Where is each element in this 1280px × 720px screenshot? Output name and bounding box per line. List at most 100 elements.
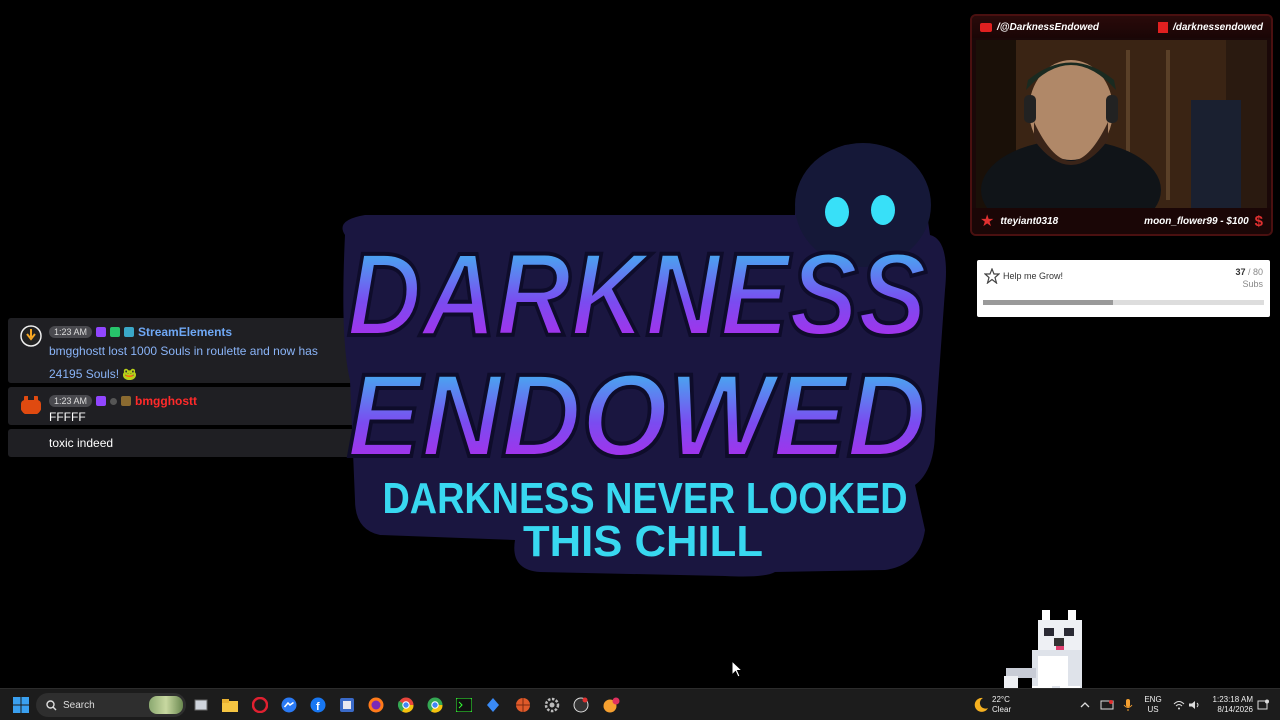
mouse-cursor-icon [731, 660, 743, 678]
opera-icon [252, 697, 268, 713]
tray-mic-button[interactable] [1117, 694, 1139, 716]
twitch-badge-icon [96, 327, 107, 337]
ghost-left-eye-icon [825, 197, 849, 227]
file-explorer-button[interactable] [219, 694, 241, 716]
twitch-handle-text: /darknessendowed [1172, 21, 1263, 33]
weather-moon-icon [974, 697, 988, 712]
logo-tagline1: DARKNESS NEVER LOOKED [383, 474, 908, 523]
notifications-button[interactable] [1252, 694, 1274, 716]
goal-target: / 80 [1247, 267, 1263, 277]
obs-icon [573, 697, 589, 713]
dollar-icon: $ [1254, 212, 1263, 230]
sync-icon [1100, 700, 1114, 710]
search-label: Search [63, 699, 95, 711]
darkness-endowed-logo: DARKNESS ENDOWED DARKNESS NEVER LOOKED T… [342, 143, 946, 577]
bot-badge-icon [124, 327, 135, 337]
goal-count: 37 / 80 Subs [1235, 266, 1263, 290]
terminal-button[interactable] [453, 694, 475, 716]
user-avatar-icon [21, 396, 41, 414]
facebook-button[interactable]: f [307, 694, 329, 716]
chat-username[interactable]: StreamElements [138, 325, 232, 339]
sub-goal-widget: Help me Grow! 37 / 80 Subs [977, 260, 1270, 317]
youtube-icon [980, 22, 992, 32]
windows-icon [13, 697, 29, 713]
opera-button[interactable] [249, 694, 271, 716]
chat-overlay: 1:23 AM StreamElements bmgghostt lost 10… [8, 318, 358, 461]
webcam-video [976, 40, 1267, 216]
twitch-icon [1157, 21, 1168, 33]
chat-timestamp: 1:23 AM [49, 395, 93, 407]
chat-message: toxic indeed [8, 429, 358, 457]
start-button[interactable] [10, 694, 32, 716]
volume-button[interactable] [1183, 694, 1205, 716]
husky-mascot-icon [1004, 610, 1082, 696]
chat-message: 1:23 AM bmgghostt FFFFF [8, 387, 358, 425]
webcam-footer: ★ tteyiant0318 moon_flower99 - $100 $ [972, 208, 1271, 234]
search-icon [46, 699, 57, 710]
chat-username[interactable]: bmgghostt [135, 394, 197, 408]
app-2-button[interactable] [482, 694, 504, 716]
clock-date: 8/14/2026 [1217, 705, 1253, 714]
language-indicator[interactable]: ENG US [1143, 695, 1163, 715]
logo-line2: ENDOWED [347, 350, 927, 482]
streamelements-avatar-icon [20, 325, 42, 347]
app-3-button[interactable] [512, 694, 534, 716]
chrome-2-button[interactable] [424, 694, 446, 716]
chat-text: FFFFF [49, 410, 86, 424]
diamond-icon [487, 698, 499, 712]
svg-text:f: f [316, 701, 320, 713]
obs-button[interactable] [570, 694, 592, 716]
microphone-icon [1123, 699, 1133, 711]
search-highlight-icon [149, 696, 183, 714]
chrome-button[interactable] [395, 694, 417, 716]
clock[interactable]: 1:23:18 AM 8/14/2026 [1205, 695, 1253, 715]
chrome-icon [398, 697, 414, 713]
messenger-button[interactable] [278, 694, 300, 716]
notification-bell-icon [1257, 699, 1269, 710]
youtube-handle: /@DarknessEndowed [980, 22, 1099, 33]
webcam-header: /@DarknessEndowed /darknessendowed [972, 16, 1271, 38]
verified-badge-icon [110, 327, 121, 337]
clock-time: 1:23:18 AM [1212, 695, 1253, 704]
taskbar-search[interactable]: Search [36, 693, 186, 717]
logo-line1: DARKNESS [347, 229, 927, 361]
youtube-handle-text: /@DarknessEndowed [997, 21, 1100, 33]
twitch-handle: /darknessendowed [1157, 21, 1263, 33]
firefox-icon [368, 697, 384, 713]
taskview-button[interactable] [190, 694, 212, 716]
webcam-frame: /@DarknessEndowed /darknessendowed ★ tte… [970, 14, 1273, 236]
tray-overflow-button[interactable] [1074, 694, 1096, 716]
star-outline-icon [984, 268, 1000, 284]
settings-button[interactable] [541, 694, 563, 716]
facebook-icon: f [310, 697, 326, 713]
region-code: US [1147, 705, 1159, 714]
messenger-icon [281, 697, 297, 713]
goal-current: 37 [1235, 267, 1246, 277]
chat-text: bmgghostt lost 1000 Souls in roulette an… [49, 344, 318, 381]
language-code: ENG [1144, 695, 1162, 704]
notification-app-icon [603, 697, 620, 713]
bulb-badge-icon [110, 397, 118, 405]
chat-timestamp: 1:23 AM [49, 326, 93, 338]
gift-badge-icon [121, 396, 132, 406]
gear-icon [544, 697, 560, 713]
recent-follower-text: tteyiant0318 [1000, 215, 1059, 227]
chrome-icon [427, 697, 443, 713]
weather-widget[interactable]: 22°C Clear [992, 695, 1011, 715]
twitch-badge-icon [96, 396, 107, 406]
firefox-button[interactable] [365, 694, 387, 716]
app-icon [340, 698, 354, 712]
taskbar: Search f 22°C Clear ENG US 1:23:18 AM 8/… [0, 688, 1280, 720]
logo-tagline2: THIS CHILL [523, 517, 763, 566]
task-view-icon [194, 699, 208, 711]
goal-progress-fill [983, 300, 1113, 305]
terminal-icon [456, 698, 472, 712]
chat-text: toxic indeed [49, 436, 114, 450]
app-button[interactable] [336, 694, 358, 716]
app-4-button[interactable] [600, 694, 622, 716]
recent-follower: ★ tteyiant0318 [980, 211, 1058, 231]
tray-sync-button[interactable] [1096, 694, 1118, 716]
ghost-right-eye-icon [871, 195, 895, 225]
folder-icon [222, 698, 238, 712]
goal-unit: Subs [1242, 279, 1263, 289]
